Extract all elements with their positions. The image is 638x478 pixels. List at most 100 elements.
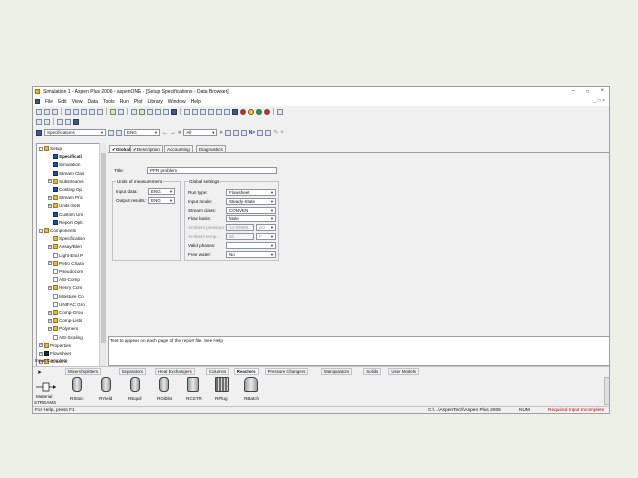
tree-item[interactable]: + Properties xyxy=(39,342,71,349)
expand-icon[interactable]: + xyxy=(48,261,52,266)
tree-item[interactable]: Specificati xyxy=(48,153,82,160)
menu-tools[interactable]: Tools xyxy=(103,99,115,105)
filter-select[interactable]: All ▼ xyxy=(183,129,218,136)
copy-icon[interactable] xyxy=(89,108,95,115)
flowsheet-icon[interactable] xyxy=(147,108,153,115)
data-browser-icon[interactable] xyxy=(139,108,145,115)
edit-icon[interactable]: ✎ xyxy=(273,129,278,136)
output-results-select[interactable]: ENG ▼ xyxy=(148,197,175,204)
setting-select[interactable]: Flowsheet ▼ xyxy=(226,189,276,196)
menu-window[interactable]: Window xyxy=(168,99,186,105)
expand-icon[interactable]: + xyxy=(48,310,52,315)
expand-icon[interactable]: + xyxy=(39,351,43,356)
tree-item[interactable]: - Setup xyxy=(39,145,62,152)
previous-icon[interactable]: « xyxy=(178,130,181,136)
folder-up-icon[interactable] xyxy=(36,129,42,136)
palette-scroll[interactable] xyxy=(604,377,609,405)
print-preview-icon[interactable] xyxy=(73,108,79,115)
sheet-icon[interactable] xyxy=(232,129,239,136)
next-icon[interactable] xyxy=(171,108,177,115)
title-field[interactable]: PFR problem xyxy=(147,167,277,174)
expand-icon[interactable]: + xyxy=(48,203,52,208)
palette-tab[interactable]: Separators xyxy=(118,368,147,375)
rotate-icon[interactable] xyxy=(44,118,50,125)
control-panel-icon[interactable] xyxy=(216,108,222,115)
paste-icon[interactable] xyxy=(97,108,103,115)
setting-select[interactable]: CONVEN ▼ xyxy=(226,206,276,214)
menu-help[interactable]: Help xyxy=(191,99,201,105)
reactor-block-icon[interactable] xyxy=(127,377,143,395)
tree-item[interactable]: Moisture Co xyxy=(48,293,84,300)
tree-item[interactable]: Light-End P xyxy=(48,252,83,259)
scrollbar-thumb[interactable] xyxy=(101,153,106,343)
tree-scrollbar[interactable] xyxy=(99,143,106,368)
palette-tab[interactable]: Solids xyxy=(363,368,382,375)
maximize-icon[interactable]: □ xyxy=(586,89,589,95)
input-data-select[interactable]: ENG ▼ xyxy=(148,188,175,195)
check-icon[interactable] xyxy=(110,108,116,115)
next-form-icon[interactable]: » xyxy=(219,130,222,136)
forward-icon[interactable]: → xyxy=(170,130,176,136)
reactor-block-icon[interactable] xyxy=(69,377,85,395)
delete-icon[interactable]: × xyxy=(280,130,284,136)
tab-diagnostics[interactable]: Diagnostics xyxy=(196,145,226,152)
tree-item[interactable]: Attr-Comp xyxy=(48,276,80,283)
tree-item[interactable]: + Comp-Grou xyxy=(48,309,83,316)
expand-icon[interactable]: + xyxy=(48,244,52,249)
tree-select[interactable]: Specifications ▼ xyxy=(44,129,106,136)
material-stream-icon[interactable] xyxy=(35,380,57,394)
reactor-block-icon[interactable] xyxy=(214,377,230,395)
hide-icon[interactable] xyxy=(265,129,272,136)
expand-icon[interactable]: + xyxy=(48,318,52,323)
expand-icon[interactable]: + xyxy=(48,326,52,331)
tree-item[interactable]: + Petro Chara xyxy=(48,260,84,267)
menu-view[interactable]: View xyxy=(72,99,83,105)
palette-tab[interactable]: User Models xyxy=(388,368,419,375)
palette-tab[interactable]: Reactors xyxy=(233,368,259,375)
menu-data[interactable]: Data xyxy=(87,99,98,105)
results-icon[interactable] xyxy=(155,108,161,115)
next-button[interactable]: N> xyxy=(249,130,256,136)
stream-table-icon[interactable] xyxy=(163,108,169,115)
tree-item[interactable]: Pseudocom xyxy=(48,268,83,275)
stop-icon[interactable] xyxy=(200,108,206,115)
red-light-icon[interactable] xyxy=(240,108,246,115)
tree-item[interactable]: Stream Clas xyxy=(48,170,84,177)
report-icon[interactable] xyxy=(224,108,230,115)
grid-icon[interactable] xyxy=(73,118,79,125)
palette-tab[interactable]: Mixers/Splitters xyxy=(65,368,102,375)
reactor-block-icon[interactable] xyxy=(243,377,259,395)
align-icon[interactable] xyxy=(36,118,42,125)
help-icon[interactable] xyxy=(118,108,124,115)
expand-icon[interactable]: + xyxy=(48,285,52,290)
tree-item[interactable]: UNIFAC Gro xyxy=(48,301,85,308)
run-start-icon[interactable] xyxy=(184,108,190,115)
tree-item[interactable]: Specification xyxy=(48,235,85,242)
minimize-icon[interactable]: – xyxy=(572,88,575,94)
tools-icon[interactable] xyxy=(57,118,63,125)
tree-item[interactable]: Custom Uni xyxy=(48,211,83,218)
palette-tab[interactable]: Heat Exchangers xyxy=(155,368,195,375)
tree-item[interactable]: Attr-Scaling xyxy=(48,334,83,341)
menu-edit[interactable]: Edit xyxy=(58,99,67,105)
menu-file[interactable]: File xyxy=(45,99,53,105)
tree-item[interactable]: Costing Op xyxy=(48,186,82,193)
tree-item[interactable]: + Stream Pric xyxy=(48,194,83,201)
tree-item[interactable]: + Substreams xyxy=(48,178,84,185)
comments-icon[interactable] xyxy=(240,129,247,136)
tree-item[interactable]: + Henry Com xyxy=(48,284,82,291)
reactor-block-icon[interactable] xyxy=(156,377,172,395)
expand-icon[interactable]: + xyxy=(39,343,43,348)
print-icon[interactable] xyxy=(65,108,71,115)
tree-item[interactable]: + Assay/Blen xyxy=(48,243,82,250)
reactor-block-icon[interactable] xyxy=(98,377,114,395)
zoom-icon[interactable] xyxy=(131,108,137,115)
tree-item[interactable]: + Polymers xyxy=(48,325,78,332)
model-library-icon[interactable] xyxy=(277,108,283,115)
up-folder-icon[interactable] xyxy=(108,129,114,136)
close-run-icon[interactable] xyxy=(232,108,238,115)
expand-icon[interactable]: + xyxy=(48,179,52,184)
child-window-controls[interactable]: _ □ × xyxy=(594,98,606,104)
red-stop-icon[interactable] xyxy=(264,108,270,115)
setting-select[interactable]: ▼ xyxy=(226,241,276,249)
